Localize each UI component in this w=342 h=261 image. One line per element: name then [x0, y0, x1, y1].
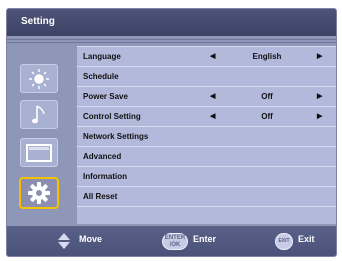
sidebar-item-screen[interactable] — [20, 138, 58, 167]
menu-label: Advanced — [83, 152, 122, 161]
menu-row-all-reset[interactable]: All Reset — [77, 187, 336, 207]
move-arrows-icon — [58, 233, 70, 249]
menu-row-language[interactable]: Language ◀ English ▶ — [77, 47, 336, 67]
footer-bar: Move ENTER /OK Enter EXIT Exit — [7, 226, 336, 256]
exit-label: Exit — [298, 234, 315, 244]
screen-icon — [26, 143, 52, 162]
gear-icon — [28, 182, 50, 204]
settings-menu: Language ◀ English ▶ Schedule Power Save… — [77, 46, 336, 224]
menu-row-information[interactable]: Information — [77, 167, 336, 187]
enter-ok-key[interactable]: ENTER /OK — [162, 233, 188, 250]
menu-row-schedule[interactable]: Schedule — [77, 67, 336, 87]
sidebar-item-audio[interactable] — [20, 100, 58, 129]
menu-value: Off — [261, 92, 273, 101]
exit-key-text: EXIT — [278, 238, 290, 244]
music-note-icon — [32, 104, 45, 123]
menu-label: Schedule — [83, 72, 119, 81]
exit-key[interactable]: EXIT — [275, 233, 293, 250]
menu-value: Off — [261, 112, 273, 121]
right-arrow-icon[interactable]: ▶ — [317, 107, 322, 126]
title-bar: Setting — [7, 9, 336, 36]
menu-label: Network Settings — [83, 132, 149, 141]
menu-label: All Reset — [83, 192, 118, 201]
sidebar-item-setting[interactable] — [19, 177, 59, 209]
menu-label: Information — [83, 172, 127, 181]
menu-row-control-setting[interactable]: Control Setting ◀ Off ▶ — [77, 107, 336, 127]
right-arrow-icon[interactable]: ▶ — [317, 87, 322, 106]
menu-row-power-save[interactable]: Power Save ◀ Off ▶ — [77, 87, 336, 107]
enter-key-text: ENTER — [164, 235, 186, 241]
settings-window: Setting Language ◀ English ▶ Schedule Po… — [6, 8, 337, 257]
menu-row-advanced[interactable]: Advanced — [77, 147, 336, 167]
left-arrow-icon[interactable]: ◀ — [210, 87, 215, 106]
move-label: Move — [79, 234, 103, 244]
brightness-icon — [29, 68, 49, 89]
left-arrow-icon[interactable]: ◀ — [210, 107, 215, 126]
enter-label: Enter — [193, 234, 217, 244]
menu-label: Language — [83, 52, 121, 61]
divider — [7, 39, 336, 40]
window-title: Setting — [21, 16, 55, 27]
menu-value: English — [252, 52, 282, 61]
divider — [7, 42, 336, 43]
ok-key-text: /OK — [169, 242, 181, 248]
menu-label: Control Setting — [83, 112, 141, 121]
menu-row-network-settings[interactable]: Network Settings — [77, 127, 336, 147]
right-arrow-icon[interactable]: ▶ — [317, 47, 322, 66]
sidebar-item-picture[interactable] — [20, 64, 58, 93]
left-arrow-icon[interactable]: ◀ — [210, 47, 215, 66]
menu-label: Power Save — [83, 92, 128, 101]
